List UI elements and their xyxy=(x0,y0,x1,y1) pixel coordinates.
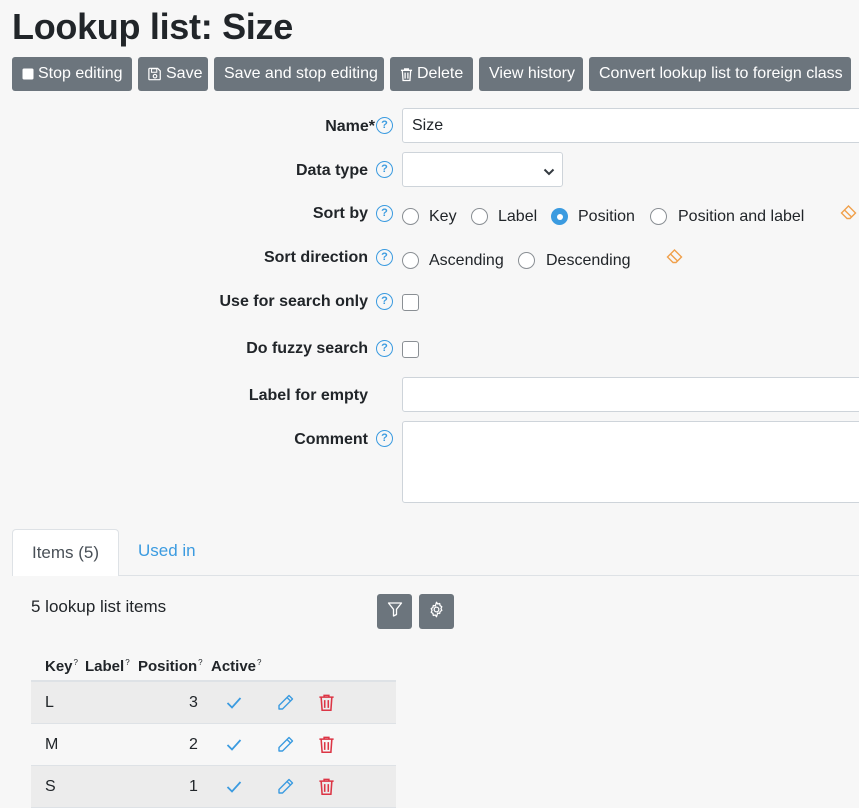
trash-icon[interactable] xyxy=(318,693,335,717)
cell-key: L xyxy=(45,694,54,711)
convert-to-foreign-class-button[interactable]: Convert lookup list to foreign class xyxy=(589,57,851,91)
data-type-row: Data type xyxy=(0,152,859,187)
use-for-search-only-row: Use for search only xyxy=(0,288,859,318)
check-icon xyxy=(226,780,242,798)
fuzzy-search-checkbox[interactable] xyxy=(402,341,419,358)
sort-by-position-and-label-label: Position and label xyxy=(678,208,805,225)
trash-icon[interactable] xyxy=(318,777,335,801)
table-row: S 1 xyxy=(31,766,396,808)
sort-direction-label: Sort direction xyxy=(263,249,368,266)
tab-used-in[interactable]: Used in xyxy=(138,541,196,561)
use-for-search-only-label: Use for search only xyxy=(219,293,369,310)
trash-icon[interactable] xyxy=(318,735,335,759)
help-icon[interactable] xyxy=(376,117,393,134)
comment-row: Comment xyxy=(0,421,859,503)
chevron-down-icon xyxy=(543,164,555,182)
sort-by-key-label: Key xyxy=(429,208,457,225)
sort-by-row: Sort by Key Label Position Position and … xyxy=(0,200,859,230)
pencil-icon[interactable] xyxy=(276,735,295,759)
sort-by-label-radio[interactable] xyxy=(471,208,488,225)
comment-textarea[interactable] xyxy=(402,421,859,503)
table-row: M 2 xyxy=(31,724,396,766)
column-active[interactable]: Active? xyxy=(211,658,261,675)
fuzzy-search-label: Do fuzzy search xyxy=(246,340,368,357)
cell-position: 1 xyxy=(189,778,198,795)
comment-label: Comment xyxy=(294,431,368,448)
help-icon[interactable] xyxy=(376,249,393,266)
label-for-empty-row: Label for empty xyxy=(0,377,859,412)
pencil-icon[interactable] xyxy=(276,693,295,717)
eraser-icon[interactable] xyxy=(840,204,859,225)
pencil-icon[interactable] xyxy=(276,777,295,801)
sort-direction-row: Sort direction Ascending Descending xyxy=(0,244,859,274)
items-count-title: 5 lookup list items xyxy=(31,597,167,616)
square-icon xyxy=(22,68,34,80)
sort-by-position-label: Position xyxy=(578,208,635,225)
sort-ascending-radio[interactable] xyxy=(402,252,419,269)
help-icon[interactable] xyxy=(376,161,393,178)
gear-icon xyxy=(428,601,445,623)
sort-by-label: Sort by xyxy=(312,205,368,222)
cell-position: 2 xyxy=(189,736,198,753)
trash-icon xyxy=(400,67,413,82)
table-header: Key? Label? Position? Active? xyxy=(31,652,396,682)
sort-descending-label: Descending xyxy=(546,252,631,269)
tab-items[interactable]: Items (5) xyxy=(12,529,119,576)
column-key[interactable]: Key? xyxy=(45,658,78,675)
stop-editing-button[interactable]: Stop editing xyxy=(12,57,132,91)
label-for-empty-input[interactable] xyxy=(402,377,859,412)
data-type-label: Data type xyxy=(295,162,368,179)
floppy-disk-icon xyxy=(148,67,162,81)
page-title: Lookup list: Size xyxy=(12,6,293,47)
name-row: Name* xyxy=(0,108,859,143)
column-position[interactable]: Position? xyxy=(138,658,203,675)
label-for-empty-label: Label for empty xyxy=(248,387,368,404)
sort-descending-radio[interactable] xyxy=(518,252,535,269)
column-label[interactable]: Label? xyxy=(85,658,130,675)
data-type-select[interactable] xyxy=(402,152,563,187)
check-icon xyxy=(226,696,242,714)
cell-key: S xyxy=(45,778,56,795)
filter-button[interactable] xyxy=(377,594,412,629)
settings-button[interactable] xyxy=(419,594,454,629)
sort-by-label-label: Label xyxy=(498,208,538,225)
help-icon[interactable] xyxy=(376,340,393,357)
view-history-button[interactable]: View history xyxy=(479,57,583,91)
use-for-search-only-checkbox[interactable] xyxy=(402,294,419,311)
sort-ascending-label: Ascending xyxy=(429,252,504,269)
items-table: Key? Label? Position? Active? L 3 M 2 S … xyxy=(31,652,396,808)
sort-by-position-radio[interactable] xyxy=(551,208,568,225)
help-icon[interactable] xyxy=(376,430,393,447)
eraser-icon[interactable] xyxy=(666,248,685,269)
filter-icon xyxy=(387,601,403,622)
help-icon[interactable] xyxy=(376,293,393,310)
name-input[interactable] xyxy=(402,108,859,143)
cell-position: 3 xyxy=(189,694,198,711)
sort-by-key-radio[interactable] xyxy=(402,208,419,225)
check-icon xyxy=(226,738,242,756)
help-icon[interactable] xyxy=(376,205,393,222)
delete-button[interactable]: Delete xyxy=(390,57,473,91)
cell-key: M xyxy=(45,736,59,753)
save-button[interactable]: Save xyxy=(138,57,208,91)
sort-by-position-and-label-radio[interactable] xyxy=(650,208,667,225)
table-row: L 3 xyxy=(31,682,396,724)
save-and-stop-editing-button[interactable]: Save and stop editing xyxy=(214,57,384,91)
name-label: Name* xyxy=(325,118,375,135)
fuzzy-search-row: Do fuzzy search xyxy=(0,335,859,365)
